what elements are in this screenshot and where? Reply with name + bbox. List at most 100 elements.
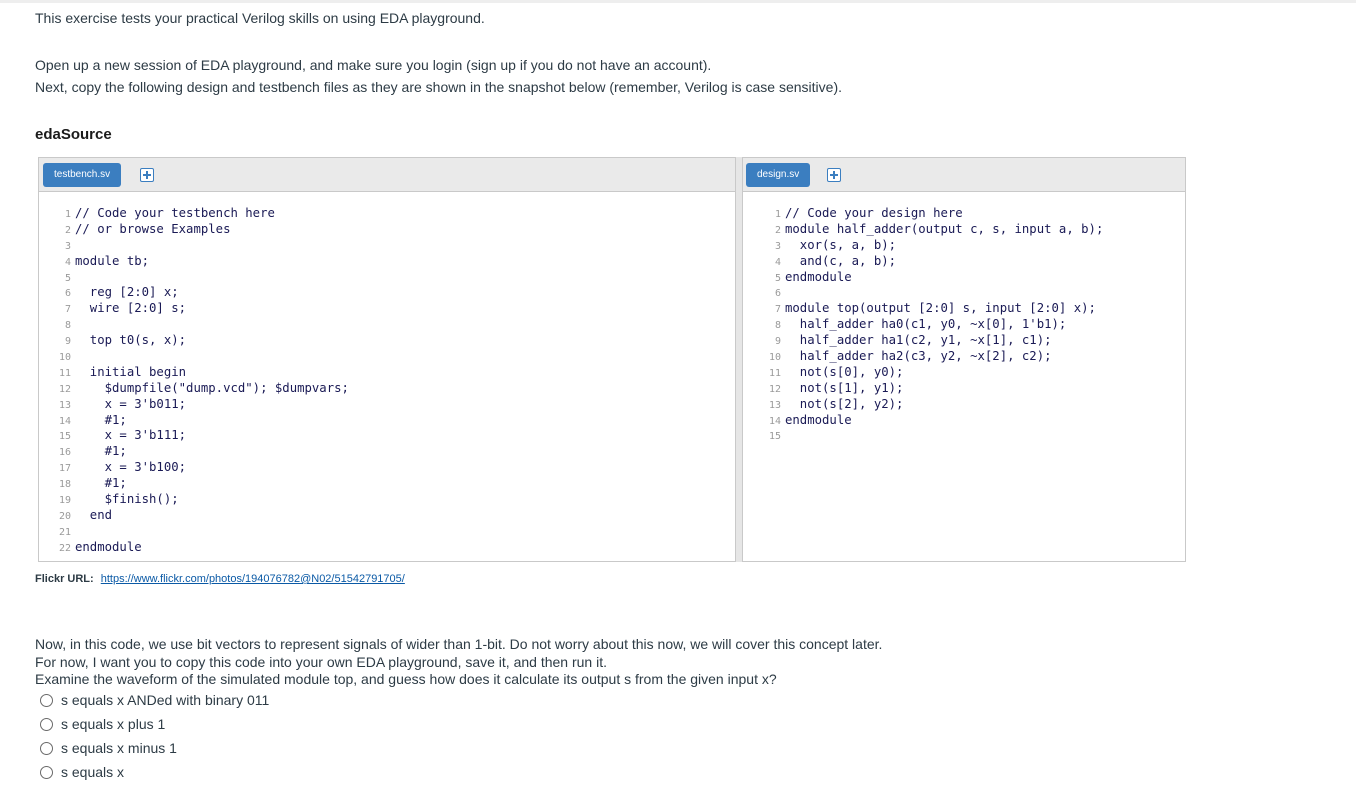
code-line[interactable]: 19 $finish();: [51, 492, 349, 508]
flickr-label: Flickr URL:: [35, 573, 94, 585]
code-line[interactable]: 13 not(s[2], y2);: [761, 397, 1103, 413]
code-line[interactable]: 15: [761, 428, 1103, 444]
code-line[interactable]: 15 x = 3'b111;: [51, 428, 349, 444]
line-number: 11: [768, 367, 781, 379]
add-file-icon[interactable]: [140, 168, 154, 182]
code-line[interactable]: 3: [51, 238, 349, 254]
radio-button[interactable]: [40, 765, 53, 779]
code-text: endmodule: [785, 412, 852, 427]
code-line[interactable]: 6 reg [2:0] x;: [51, 285, 349, 301]
code-line[interactable]: 1 // Code your design here: [761, 206, 1103, 222]
line-number: 7: [774, 304, 781, 316]
code-text: x = 3'b100;: [75, 460, 187, 475]
answer-option[interactable]: s equals x ANDed with binary 011: [40, 688, 269, 712]
code-text: half_adder ha1(c2, y1, ~x[1], c1);: [785, 333, 1052, 348]
code-text: module half_adder(output c, s, input a, …: [785, 221, 1104, 236]
line-number: 18: [58, 479, 71, 491]
code-line[interactable]: 20 end: [51, 508, 349, 524]
code-text: and(c, a, b);: [785, 253, 897, 268]
line-number: 1: [774, 209, 781, 220]
code-line[interactable]: 11 not(s[0], y0);: [761, 365, 1103, 381]
code-text: not(s[0], y0);: [785, 364, 904, 379]
code-line[interactable]: 22 endmodule: [51, 540, 349, 556]
code-line[interactable]: 5 endmodule: [761, 270, 1103, 286]
testbench-code[interactable]: 1 // Code your testbench here 2 // or brows…: [51, 206, 349, 556]
line-number: 22: [58, 542, 71, 554]
code-line[interactable]: 7 wire [2:0] s;: [51, 301, 349, 317]
code-line[interactable]: 8 half_adder ha0(c1, y0, ~x[0], 1'b1);: [761, 317, 1103, 333]
line-number: 11: [58, 367, 71, 379]
question-text-2: For now, I want you to copy this code in…: [35, 654, 607, 670]
design-code[interactable]: 1 // Code your design here 2 module half_ad…: [761, 206, 1103, 444]
code-line[interactable]: 2 module half_adder(output c, s, input a,…: [761, 222, 1103, 238]
code-text: module tb;: [75, 253, 150, 268]
code-line[interactable]: 9 top t0(s, x);: [51, 333, 349, 349]
code-line[interactable]: 3 xor(s, a, b);: [761, 238, 1103, 254]
code-line[interactable]: 13 x = 3'b011;: [51, 397, 349, 413]
code-line[interactable]: 14 #1;: [51, 413, 349, 429]
code-text: half_adder ha2(c3, y2, ~x[2], c2);: [785, 349, 1052, 364]
flickr-caption: Flickr URL: https://www.flickr.com/photo…: [35, 573, 405, 585]
code-text: module top(output [2:0] s, input [2:0] x…: [785, 301, 1096, 316]
code-line[interactable]: 5: [51, 270, 349, 286]
line-number: 3: [774, 240, 781, 252]
testbench-editor-pane: testbench.sv 1 // Code your testbench her…: [38, 157, 736, 562]
code-line[interactable]: 6: [761, 285, 1103, 301]
line-number: 13: [768, 399, 781, 411]
radio-button[interactable]: [40, 717, 53, 731]
code-text: not(s[1], y1);: [785, 380, 904, 395]
line-number: 5: [774, 272, 781, 284]
add-file-icon[interactable]: [827, 168, 841, 182]
code-text: not(s[2], y2);: [785, 396, 904, 411]
testbench-tab[interactable]: testbench.sv: [43, 163, 122, 187]
code-text: // or browse Examples: [75, 221, 231, 236]
code-line[interactable]: 11 initial begin: [51, 365, 349, 381]
answer-option[interactable]: s equals x minus 1: [40, 736, 269, 760]
code-line[interactable]: 4 module tb;: [51, 254, 349, 270]
flickr-link[interactable]: https://www.flickr.com/photos/194076782@…: [101, 573, 405, 585]
code-line[interactable]: 8: [51, 317, 349, 333]
line-number: 10: [768, 352, 781, 364]
code-line[interactable]: 14 endmodule: [761, 413, 1103, 429]
line-number: 14: [58, 415, 71, 427]
section-heading: edaSource: [35, 126, 112, 143]
design-tab[interactable]: design.sv: [746, 163, 811, 187]
line-number: 15: [768, 431, 781, 443]
code-line[interactable]: 10: [51, 349, 349, 365]
code-line[interactable]: 1 // Code your testbench here: [51, 206, 349, 222]
question-text-1: Now, in this code, we use bit vectors to…: [35, 636, 883, 652]
option-label: s equals x minus 1: [61, 740, 177, 756]
line-number: 1: [64, 209, 71, 220]
code-line[interactable]: 12 $dumpfile("dump.vcd"); $dumpvars;: [51, 381, 349, 397]
code-text: wire [2:0] s;: [75, 301, 187, 316]
line-number: 10: [58, 352, 71, 364]
line-number: 15: [58, 431, 71, 443]
code-line[interactable]: 7 module top(output [2:0] s, input [2:0] …: [761, 301, 1103, 317]
line-number: 16: [58, 447, 71, 459]
code-line[interactable]: 18 #1;: [51, 476, 349, 492]
code-text: xor(s, a, b);: [785, 237, 897, 252]
line-number: 9: [774, 336, 781, 348]
design-editor-pane: design.sv 1 // Code your design here 2 modu…: [742, 157, 1186, 562]
code-line[interactable]: 10 half_adder ha2(c3, y2, ~x[2], c2);: [761, 349, 1103, 365]
code-line[interactable]: 4 and(c, a, b);: [761, 254, 1103, 270]
code-line[interactable]: 17 x = 3'b100;: [51, 460, 349, 476]
code-line[interactable]: 12 not(s[1], y1);: [761, 381, 1103, 397]
code-line[interactable]: 9 half_adder ha1(c2, y1, ~x[1], c1);: [761, 333, 1103, 349]
code-text: // Code your testbench here: [75, 206, 275, 220]
option-label: s equals x: [61, 764, 125, 780]
eda-playground-screenshot: testbench.sv 1 // Code your testbench her…: [38, 157, 1186, 562]
code-line[interactable]: 16 #1;: [51, 444, 349, 460]
line-number: 19: [58, 495, 71, 507]
code-line[interactable]: 21: [51, 524, 349, 540]
line-number: 13: [58, 399, 71, 411]
line-number: 14: [768, 415, 781, 427]
line-number: 8: [64, 320, 71, 332]
answer-option[interactable]: s equals x: [40, 760, 269, 784]
radio-button[interactable]: [40, 693, 53, 707]
code-text: x = 3'b111;: [75, 428, 187, 443]
answer-option[interactable]: s equals x plus 1: [40, 712, 269, 736]
radio-button[interactable]: [40, 741, 53, 755]
line-number: 21: [58, 526, 71, 538]
code-line[interactable]: 2 // or browse Examples: [51, 222, 349, 238]
